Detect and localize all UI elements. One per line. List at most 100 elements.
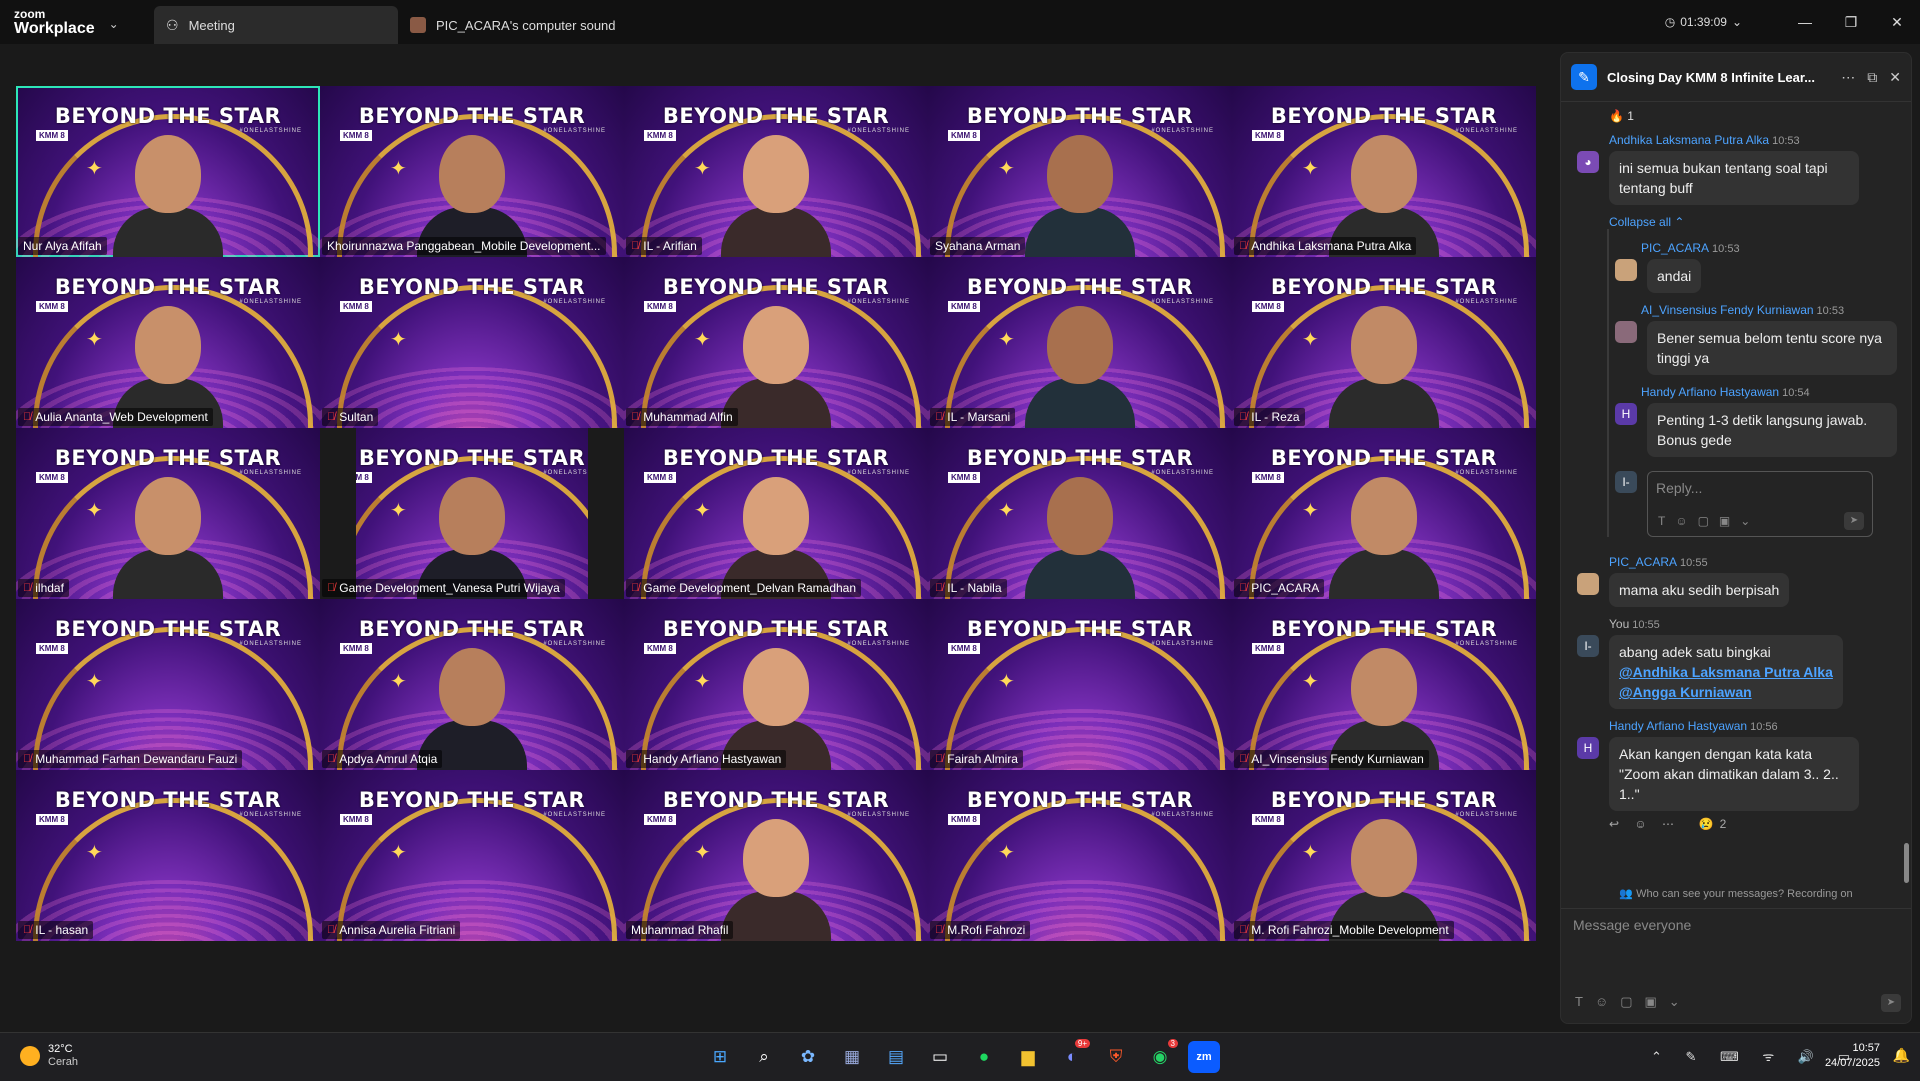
chat-message[interactable]: I- abang adek satu bingkai @Andhika Laks… [1561,635,1901,709]
search-icon[interactable]: ⌕ [748,1041,780,1073]
participant-name: 🎙̸ M. Rofi Fahrozi_Mobile Development [1234,921,1454,939]
composer-tools[interactable]: T☺▢▣⌄ [1575,994,1692,1010]
spotify-icon[interactable]: ● [968,1041,1000,1073]
minimize-button[interactable]: — [1782,14,1828,30]
participant-video [1329,288,1439,428]
notepad-icon[interactable]: ▤ [880,1041,912,1073]
file-explorer-icon[interactable]: ▆ [1012,1041,1044,1073]
chat-message[interactable]: andai [1609,259,1901,293]
message-text: andai [1647,259,1702,293]
weather-widget[interactable]: 32°C Cerah [20,1043,78,1069]
participant-tile[interactable]: ✦ BEYOND THE STAR KMM 8 #ONELASTSHINE 🎙̸ Muha… [624,257,928,428]
participant-tile[interactable]: ✦ BEYOND THE STAR KMM 8 #ONELASTSHINE Nur Al… [16,86,320,257]
user-avatar [410,17,426,33]
participant-tile[interactable]: ✦ BEYOND THE STAR KMM 8 #ONELASTSHINE 🎙̸ M. R… [1232,770,1536,941]
star-icon: ✦ [86,158,103,180]
taskbar: 32°C Cerah ⊞ ⌕ ✿ ▦ ▤ ▭ ● ▆ ◐ 9+ ⛨ ◉ 3 zm ⌃… [0,1032,1920,1081]
participant-tile[interactable]: ✦ BEYOND THE STAR KMM 8 #ONELASTSHINE 🎙̸ IL -… [16,770,320,941]
muted-mic-icon: 🎙̸ [1239,924,1248,936]
star-icon: ✦ [998,671,1015,693]
message-actions[interactable]: ↩ ☺ ⋯ 😢2 [1609,817,1901,831]
chat-title[interactable]: Closing Day KMM 8 Infinite Lear... [1607,70,1829,85]
tab-meeting[interactable]: ⚇ Meeting [154,6,398,44]
chat-scrollbar[interactable] [1904,843,1909,883]
participant-tile[interactable]: ✦ BEYOND THE STAR KMM 8 #ONELASTSHINE Muhamm… [624,770,928,941]
star-icon: ✦ [86,329,103,351]
close-window-button[interactable]: ✕ [1874,14,1920,31]
copilot-icon[interactable]: ✿ [792,1041,824,1073]
participant-tile[interactable]: ✦ BEYOND THE STAR KMM 8 #ONELASTSHINE Khoiru… [320,86,624,257]
participant-tile[interactable]: ✦ BEYOND THE STAR KMM 8 #ONELASTSHINE Syahan… [928,86,1232,257]
send-icon[interactable]: ➤ [1881,994,1901,1012]
collapse-all-button[interactable]: Collapse all ⌃ [1609,215,1901,229]
windows-start-icon[interactable]: ⊞ [704,1041,736,1073]
brand-zoom: zoom [14,6,46,21]
calculator-icon[interactable]: ▦ [836,1041,868,1073]
participant-tile[interactable]: ✦ BEYOND THE STAR KMM 8 #ONELASTSHINE 🎙̸ Anni… [320,770,624,941]
popout-icon[interactable]: ⧉ [1867,69,1877,86]
participant-tile[interactable]: ✦ BEYOND THE STAR KMM 8 #ONELASTSHINE 🎙̸ Sult… [320,257,624,428]
banner-logo: BEYOND THE STAR [358,788,586,812]
participant-video [721,117,831,257]
participant-tile[interactable]: ✦ BEYOND THE STAR KMM 8 #ONELASTSHINE 🎙̸ Hand… [624,599,928,770]
participant-tile[interactable]: ✦ BEYOND THE STAR KMM 8 #ONELASTSHINE 🎙̸ PIC_… [1232,428,1536,599]
brave-icon[interactable]: ⛨ [1100,1041,1132,1073]
message-composer[interactable]: Message everyone T☺▢▣⌄ ➤ [1561,908,1911,1024]
reply-input[interactable]: Reply... T☺▢▣⌄ ➤ [1647,471,1873,537]
chat-message[interactable]: ◕ ini semua bukan tentang soal tapi tent… [1561,151,1901,205]
participant-tile[interactable]: ✦ BEYOND THE STAR KMM 8 #ONELASTSHINE 🎙̸ IL -… [624,86,928,257]
muted-mic-icon: 🎙̸ [935,582,944,594]
participant-tile[interactable]: ✦ BEYOND THE STAR KMM 8 #ONELASTSHINE 🎙̸ IL -… [1232,257,1536,428]
whatsapp-badge: 3 [1167,1039,1178,1048]
zoom-icon[interactable]: zm [1188,1041,1220,1073]
reaction-count: 2 [1719,817,1733,831]
format-tools[interactable]: T☺▢▣⌄ [1658,514,1760,528]
chat-message[interactable]: H Penting 1-3 detik langsung jawab. Bonu… [1609,403,1901,457]
participant-tile[interactable]: ✦ BEYOND THE STAR KMM 8 #ONELASTSHINE 🎙̸ M.Ro… [928,770,1232,941]
participant-tile[interactable]: ✦ BEYOND THE STAR KMM 8 #ONELASTSHINE 🎙̸ Fair… [928,599,1232,770]
whatsapp-icon[interactable]: ◉ 3 [1144,1039,1178,1073]
chat-message[interactable]: Bener semua belom tentu score nya tinggi… [1609,321,1901,375]
mention-link[interactable]: @Andhika Laksmana Putra Alka [1619,662,1833,682]
zoom-workplace-menu[interactable]: zoom Workplace ⌄ [0,8,154,37]
star-icon: ✦ [390,842,407,864]
restore-button[interactable]: ❐ [1828,14,1874,31]
muted-mic-icon: 🎙̸ [327,753,336,765]
message-sender: You 10:55 [1609,617,1660,631]
muted-mic-icon: 🎙̸ [327,924,336,936]
banner-tagline: #ONELASTSHINE [847,641,910,647]
participant-tile[interactable]: ✦ BEYOND THE STAR KMM 8 #ONELASTSHINE 🎙̸ IL -… [928,257,1232,428]
participant-name: 🎙̸ Andhika Laksmana Putra Alka [1234,237,1417,255]
participant-tile[interactable]: ✦BEYOND THE STARKMM 8#ONELASTSHINE🎙̸Game… [624,428,928,599]
participant-tile[interactable]: ✦ BEYOND THE STAR KMM 8 #ONELASTSHINE 🎙̸ Andh… [1232,86,1536,257]
chat-message[interactable]: mama aku sedih berpisah [1561,573,1901,607]
notification-icon[interactable]: 🔔 [1893,1047,1910,1064]
message-text: abang adek satu bingkai @Andhika Laksman… [1609,635,1843,709]
mention-link[interactable]: @Angga Kurniawan [1619,682,1833,702]
more-options-icon[interactable]: ⋯ [1841,69,1855,86]
chat-message[interactable]: H Akan kangen dengan kata kata "Zoom aka… [1561,737,1901,811]
muted-mic-icon: 🎙̸ [327,582,336,594]
send-icon[interactable]: ➤ [1844,512,1864,530]
chevron-down-icon[interactable]: ⌄ [109,17,119,31]
discord-icon[interactable]: ◐ 9+ [1056,1039,1090,1073]
timer-value: 01:39:09 [1680,15,1727,29]
participant-tile[interactable]: ✦ BEYOND THE STAR KMM 8 #ONELASTSHINE 🎙̸ AI_V… [1232,599,1536,770]
privacy-note[interactable]: 👥 Who can see your messages? Recording o… [1561,887,1911,900]
taskbar-clock[interactable]: 10:57 24/07/2025 [1825,1041,1880,1071]
participant-tile[interactable]: ✦ BEYOND THE STAR KMM 8 #ONELASTSHINE 🎙̸ Apdy… [320,599,624,770]
message-body: abang adek satu bingkai [1619,644,1771,660]
close-icon[interactable]: ✕ [1889,69,1901,86]
participant-tile[interactable]: ✦ BEYOND THE STAR KMM 8 #ONELASTSHINE 🎙̸ ilhd… [16,428,320,599]
participant-tile[interactable]: ✦ BEYOND THE STAR KMM 8 #ONELASTSHINE 🎙̸ Muha… [16,599,320,770]
participant-tile[interactable]: ✦ BEYOND THE STAR KMM 8 #ONELASTSHINE 🎙̸ IL -… [928,428,1232,599]
reaction-fire[interactable]: 🔥 1 [1609,109,1901,123]
participant-tile[interactable]: ✦BEYOND THE STARKMM 8#ONELASTSHINE🎙̸Game… [320,428,624,599]
meeting-timer[interactable]: ◷ 01:39:09 ⌄ [1665,15,1742,29]
terminal-icon[interactable]: ▭ [924,1041,956,1073]
chat-edit-icon: ✎ [1571,64,1597,90]
weather-temp: 32°C [48,1043,73,1055]
participant-video [1329,630,1439,770]
tab-computer-sound[interactable]: PIC_ACARA's computer sound [398,6,638,44]
participant-tile[interactable]: ✦ BEYOND THE STAR KMM 8 #ONELASTSHINE 🎙̸ Auli… [16,257,320,428]
